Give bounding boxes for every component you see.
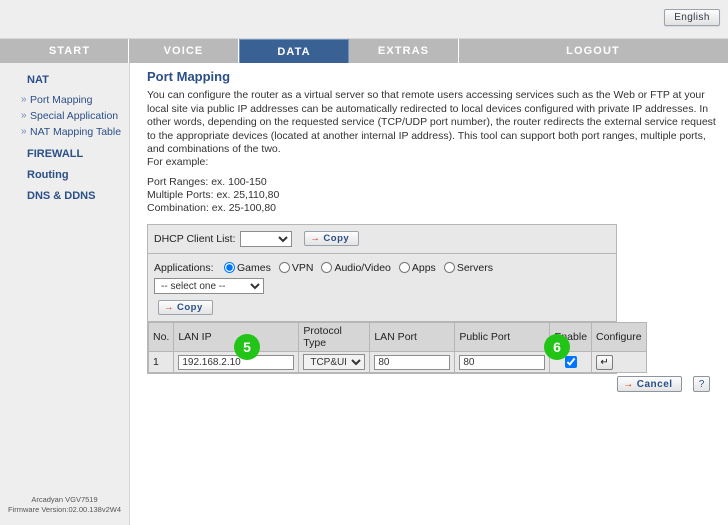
col-header-public-port: Public Port [454,322,551,353]
annotation-marker-5: 5 [234,334,260,360]
sidebar-item-special-application[interactable]: » Special Application [0,109,129,123]
sidebar-item-routing[interactable]: Routing [0,168,129,182]
radio-label: Audio/Video [334,261,391,274]
help-button[interactable]: ? [693,375,710,392]
sidebar-item-nat-mapping-table[interactable]: » NAT Mapping Table [0,125,129,139]
radio-option-vpn[interactable]: VPN [275,261,314,274]
col-header-lan-port: LAN Port [369,322,456,353]
lan-ip-input[interactable] [178,354,295,370]
radio-label: VPN [291,261,314,274]
example-label: For example: [147,156,209,168]
content-area: Port Mapping You can configure the route… [130,63,728,525]
protocol-type-select[interactable]: TCP&UDP [303,354,366,371]
radio-option-audio-video[interactable]: Audio/Video [317,261,391,274]
radio-option-servers[interactable]: Servers [440,262,493,274]
col-header-no: No. [147,322,175,353]
col-header-configure: Configure [591,322,647,353]
enter-arrow-icon: ↵ [600,356,609,368]
radio-games[interactable] [224,262,235,274]
radio-servers[interactable] [443,262,455,274]
cell-protocol-type: TCP&UDP [298,351,371,374]
sidebar-item-nat[interactable]: NAT [0,73,129,87]
applications-copy-button[interactable]: → Copy [158,299,213,315]
radio-vpn[interactable] [278,262,290,274]
sidebar: NAT » Port Mapping » Special Application… [0,63,130,525]
chevron-right-icon: » [21,94,27,105]
nav-tab-extras[interactable]: EXTRAS [349,39,459,63]
chevron-right-icon: » [21,126,27,137]
sidebar-item-label: Special Application [30,110,119,122]
nav-tab-logout[interactable]: LOGOUT [459,39,727,63]
sidebar-item-label: Port Mapping [30,94,93,106]
arrow-right-icon: → [164,301,174,313]
bottom-actions: → Cancel ? [617,375,710,393]
router-admin-page: English START VOICE DATA EXTRAS LOGOUT N… [0,0,728,525]
arrow-right-icon: → [623,378,634,390]
firmware-version: Firmware Version:02.00.138v2W4 [8,505,121,514]
public-port-input[interactable] [459,354,546,370]
radio-label: Servers [456,261,493,274]
example-lines: Port Ranges: ex. 100-150 Multiple Ports:… [147,176,280,214]
chevron-right-icon: » [21,110,27,121]
nav-left-spacer [0,39,11,63]
annotation-marker-6: 6 [544,334,570,360]
radio-option-apps[interactable]: Apps [395,262,436,274]
radio-apps[interactable] [398,262,410,274]
top-header: English [0,0,728,39]
sidebar-item-dns-ddns[interactable]: DNS & DDNS [0,189,129,203]
sidebar-item-port-mapping[interactable]: » Port Mapping [0,93,129,107]
sidebar-item-label: NAT Mapping Table [30,126,122,138]
lan-port-input[interactable] [374,354,451,370]
arrow-right-icon: → [310,233,321,245]
table-header-row: No. LAN IP Protocol Type LAN Port Public… [147,322,647,353]
cell-no: 1 [147,351,175,374]
dhcp-client-list-select[interactable] [239,230,292,247]
table-row: 1 TCP&UDP [147,351,647,374]
language-button[interactable]: English [664,9,720,26]
dhcp-client-list-label: DHCP Client List: [154,232,236,245]
radio-label: Apps [411,261,436,274]
cell-configure: ↵ [591,351,647,374]
nav-tab-voice[interactable]: VOICE [129,39,239,63]
cell-public-port [454,351,551,374]
dhcp-copy-button[interactable]: → Copy [304,231,360,247]
col-header-protocol-type: Protocol Type [298,322,371,353]
footer-device-info: Arcadyan VGV7519 Firmware Version:02.00.… [0,495,129,515]
applications-label: Applications: [154,262,214,274]
nav-tab-start[interactable]: START [11,39,129,63]
cancel-button[interactable]: → Cancel [617,375,682,392]
dhcp-client-list-row: DHCP Client List: → Copy [148,225,616,254]
application-select[interactable]: -- select one -- [154,278,264,294]
nav-tab-data[interactable]: DATA [239,39,349,63]
radio-label: Games [237,261,271,274]
radio-audio-video[interactable] [321,262,333,274]
port-mapping-table: No. LAN IP Protocol Type LAN Port Public… [147,322,647,374]
configure-enter-button[interactable]: ↵ [596,354,614,370]
dhcp-copy-label: Copy [323,233,350,245]
main-navigation: START VOICE DATA EXTRAS LOGOUT [0,39,728,63]
cell-lan-port [369,351,456,374]
applications-copy-label: Copy [177,301,203,313]
radio-option-games[interactable]: Games [220,262,271,274]
device-model: Arcadyan VGV7519 [31,495,98,504]
applications-radio-group: Games VPN Audio/Video Apps Servers [220,259,497,277]
page-description: You can configure the router as a virtua… [147,89,716,155]
cancel-label: Cancel [636,378,673,390]
enable-checkbox[interactable] [564,356,577,369]
sidebar-item-firewall[interactable]: FIREWALL [0,147,129,161]
applications-row: Applications: Games VPN Audio/Video Apps Ser… [148,254,616,323]
page-title: Port Mapping [147,69,231,84]
